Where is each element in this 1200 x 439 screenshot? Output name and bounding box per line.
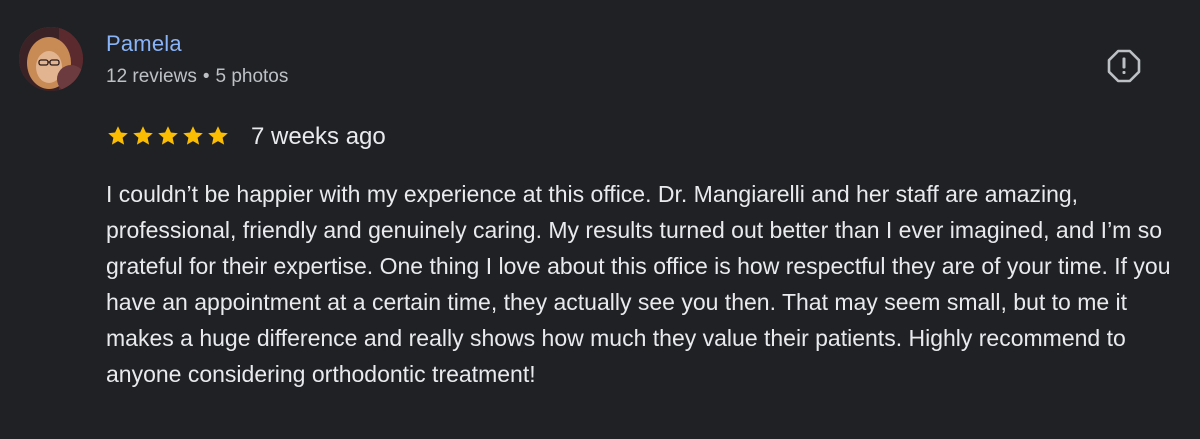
photos-count: 5 photos [215,66,289,87]
star-icon [108,126,128,145]
star-icon [158,126,178,145]
report-flag-icon [1107,49,1141,83]
star-rating [106,124,230,148]
star-icon [183,126,203,145]
star-icon [133,126,153,145]
star-icon [208,126,228,145]
report-button[interactable] [1106,48,1142,84]
review-date: 7 weeks ago [251,123,386,150]
rating-row: 7 weeks ago [106,122,386,150]
review-card: Pamela 12 reviews • 5 photos 7 weeks ago I… [0,0,1200,439]
review-text: I couldn’t be happier with my experience… [106,181,1171,387]
avatar[interactable] [19,27,83,91]
meta-separator: • [202,66,210,87]
author-meta: 12 reviews • 5 photos [106,66,288,88]
author-name[interactable]: Pamela [106,31,182,57]
reviews-count: 12 reviews [106,66,197,87]
